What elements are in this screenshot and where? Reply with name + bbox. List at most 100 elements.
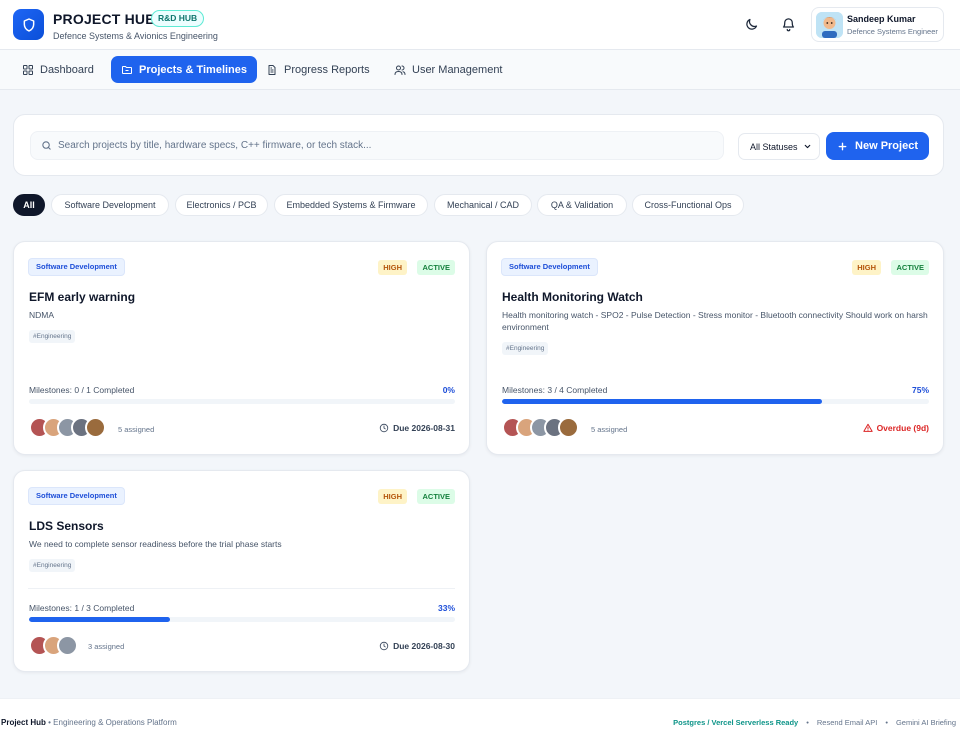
avatar [816, 12, 843, 38]
main-nav: Dashboard Projects & Timelines Progress … [0, 50, 960, 90]
filter-chip-software[interactable]: Software Development [51, 194, 169, 216]
hub-badge: R&D HUB [151, 10, 205, 27]
milestones-label: Milestones: 3 / 4 Completed [502, 385, 608, 395]
project-tag: #Engineering [502, 342, 549, 355]
tab-progress-label: Progress Reports [284, 63, 370, 76]
user-role: Defence Systems Engineer [847, 27, 938, 36]
notifications-button[interactable] [779, 15, 797, 33]
progress-percent: 33% [437, 603, 455, 613]
priority-badge: HIGH [378, 260, 407, 275]
footer-brand: Project Hub • Engineering & Operations P… [1, 718, 177, 727]
assigned-count: 3 assigned [88, 642, 125, 651]
footer-separator: • [885, 718, 888, 727]
assignee-avatars[interactable] [29, 635, 78, 657]
avatar [558, 417, 579, 438]
new-project-label: New Project [855, 140, 918, 152]
filter-chip-cross-functional[interactable]: Cross-Functional Ops [632, 194, 744, 216]
project-card[interactable]: Software Development HIGH ACTIVE EFM ear… [13, 241, 470, 455]
users-icon [394, 65, 406, 75]
progress-percent: 0% [442, 385, 455, 395]
project-description: NDMA [29, 310, 55, 320]
footer-status: Postgres / Vercel Serverless Ready • Res… [673, 718, 956, 727]
progress-bar-fill [502, 399, 823, 404]
footer-separator: • [806, 718, 809, 727]
filter-chip-mechanical[interactable]: Mechanical / CAD [434, 194, 532, 216]
footer: Project Hub • Engineering & Operations P… [0, 698, 960, 733]
app-logo [13, 9, 44, 40]
project-title: LDS Sensors [29, 519, 104, 533]
overdue-label: Overdue (9d) [876, 423, 929, 433]
tab-dashboard[interactable]: Dashboard [12, 56, 104, 83]
project-tag: #Engineering [29, 330, 76, 343]
footer-ai-briefing: Gemini AI Briefing [895, 718, 956, 727]
new-project-button[interactable]: New Project [826, 132, 929, 160]
milestones-label: Milestones: 0 / 1 Completed [29, 385, 135, 395]
clock-icon [379, 641, 389, 651]
search-panel: All Statuses New Project [13, 114, 944, 176]
filter-chip-qa[interactable]: QA & Validation [537, 194, 627, 216]
assignee-avatars[interactable] [29, 417, 106, 439]
filter-chip-all[interactable]: All [13, 194, 45, 216]
plus-icon [838, 142, 847, 150]
category-tag: Software Development [28, 258, 125, 276]
search-input[interactable] [58, 140, 708, 151]
project-card[interactable]: Software Development HIGH ACTIVE Health … [486, 241, 944, 455]
due-date: Due 2026-08-31 [379, 423, 455, 433]
milestones-label: Milestones: 1 / 3 Completed [29, 603, 135, 613]
search-box[interactable] [30, 131, 724, 160]
progress-percent: 75% [911, 385, 929, 395]
card-divider [28, 588, 455, 589]
status-filter-value: All Statuses [750, 141, 798, 152]
project-title: EFM early warning [29, 290, 136, 304]
due-date: Due 2026-08-30 [379, 641, 455, 651]
assigned-count: 5 assigned [591, 425, 628, 434]
search-icon [42, 141, 51, 150]
status-filter-select[interactable]: All Statuses [738, 133, 820, 160]
category-tag: Software Development [28, 487, 125, 505]
avatar [57, 635, 78, 656]
progress-bar-fill [29, 617, 170, 622]
footer-brand-name: Project Hub [1, 718, 46, 727]
project-description: Health monitoring watch - SPO2 - Pulse D… [502, 310, 928, 332]
clock-icon [379, 423, 389, 433]
tab-projects-label: Projects & Timelines [139, 63, 248, 76]
shield-icon [23, 17, 34, 32]
app-subtitle: Defence Systems & Avionics Engineering [53, 31, 218, 41]
status-badge: ACTIVE [417, 260, 455, 275]
user-name: Sandeep Kumar [847, 14, 916, 24]
due-date-label: Due 2026-08-30 [393, 641, 455, 651]
project-description: We need to complete sensor readiness bef… [29, 539, 282, 549]
avatar [85, 417, 106, 438]
document-icon [268, 64, 276, 75]
overdue-indicator: Overdue (9d) [862, 423, 929, 433]
status-badge: ACTIVE [891, 260, 929, 275]
progress-bar [29, 399, 455, 404]
project-card[interactable]: Software Development HIGH ACTIVE LDS Sen… [13, 470, 470, 672]
folder-icon [122, 65, 132, 74]
filter-chip-electronics[interactable]: Electronics / PCB [175, 194, 268, 216]
project-tag: #Engineering [29, 559, 76, 572]
progress-bar [29, 617, 455, 622]
chevron-down-icon [804, 144, 811, 149]
tab-users-label: User Management [412, 63, 503, 76]
app-title: PROJECT HUB [53, 11, 156, 27]
assignee-avatars[interactable] [502, 417, 579, 439]
priority-badge: HIGH [378, 489, 407, 504]
warning-icon [862, 423, 873, 432]
tab-dashboard-label: Dashboard [40, 63, 94, 76]
footer-tagline: • Engineering & Operations Platform [48, 718, 177, 727]
progress-bar [502, 399, 929, 404]
due-date-label: Due 2026-08-31 [393, 423, 455, 433]
theme-toggle-button[interactable] [742, 15, 760, 33]
tab-progress-reports[interactable]: Progress Reports [256, 56, 380, 83]
top-header: PROJECT HUB R&D HUB Defence Systems & Av… [0, 0, 960, 50]
category-tag: Software Development [501, 258, 598, 276]
filter-chip-embedded[interactable]: Embedded Systems & Firmware [274, 194, 428, 216]
user-profile-button[interactable]: Sandeep Kumar Defence Systems Engineer [811, 7, 944, 42]
tab-user-management[interactable]: User Management [384, 56, 513, 83]
bell-icon [782, 17, 794, 31]
moon-icon [745, 18, 757, 30]
project-title: Health Monitoring Watch [502, 290, 643, 304]
footer-db-status: Postgres / Vercel Serverless Ready [673, 718, 799, 727]
tab-projects-timelines[interactable]: Projects & Timelines [111, 56, 258, 83]
